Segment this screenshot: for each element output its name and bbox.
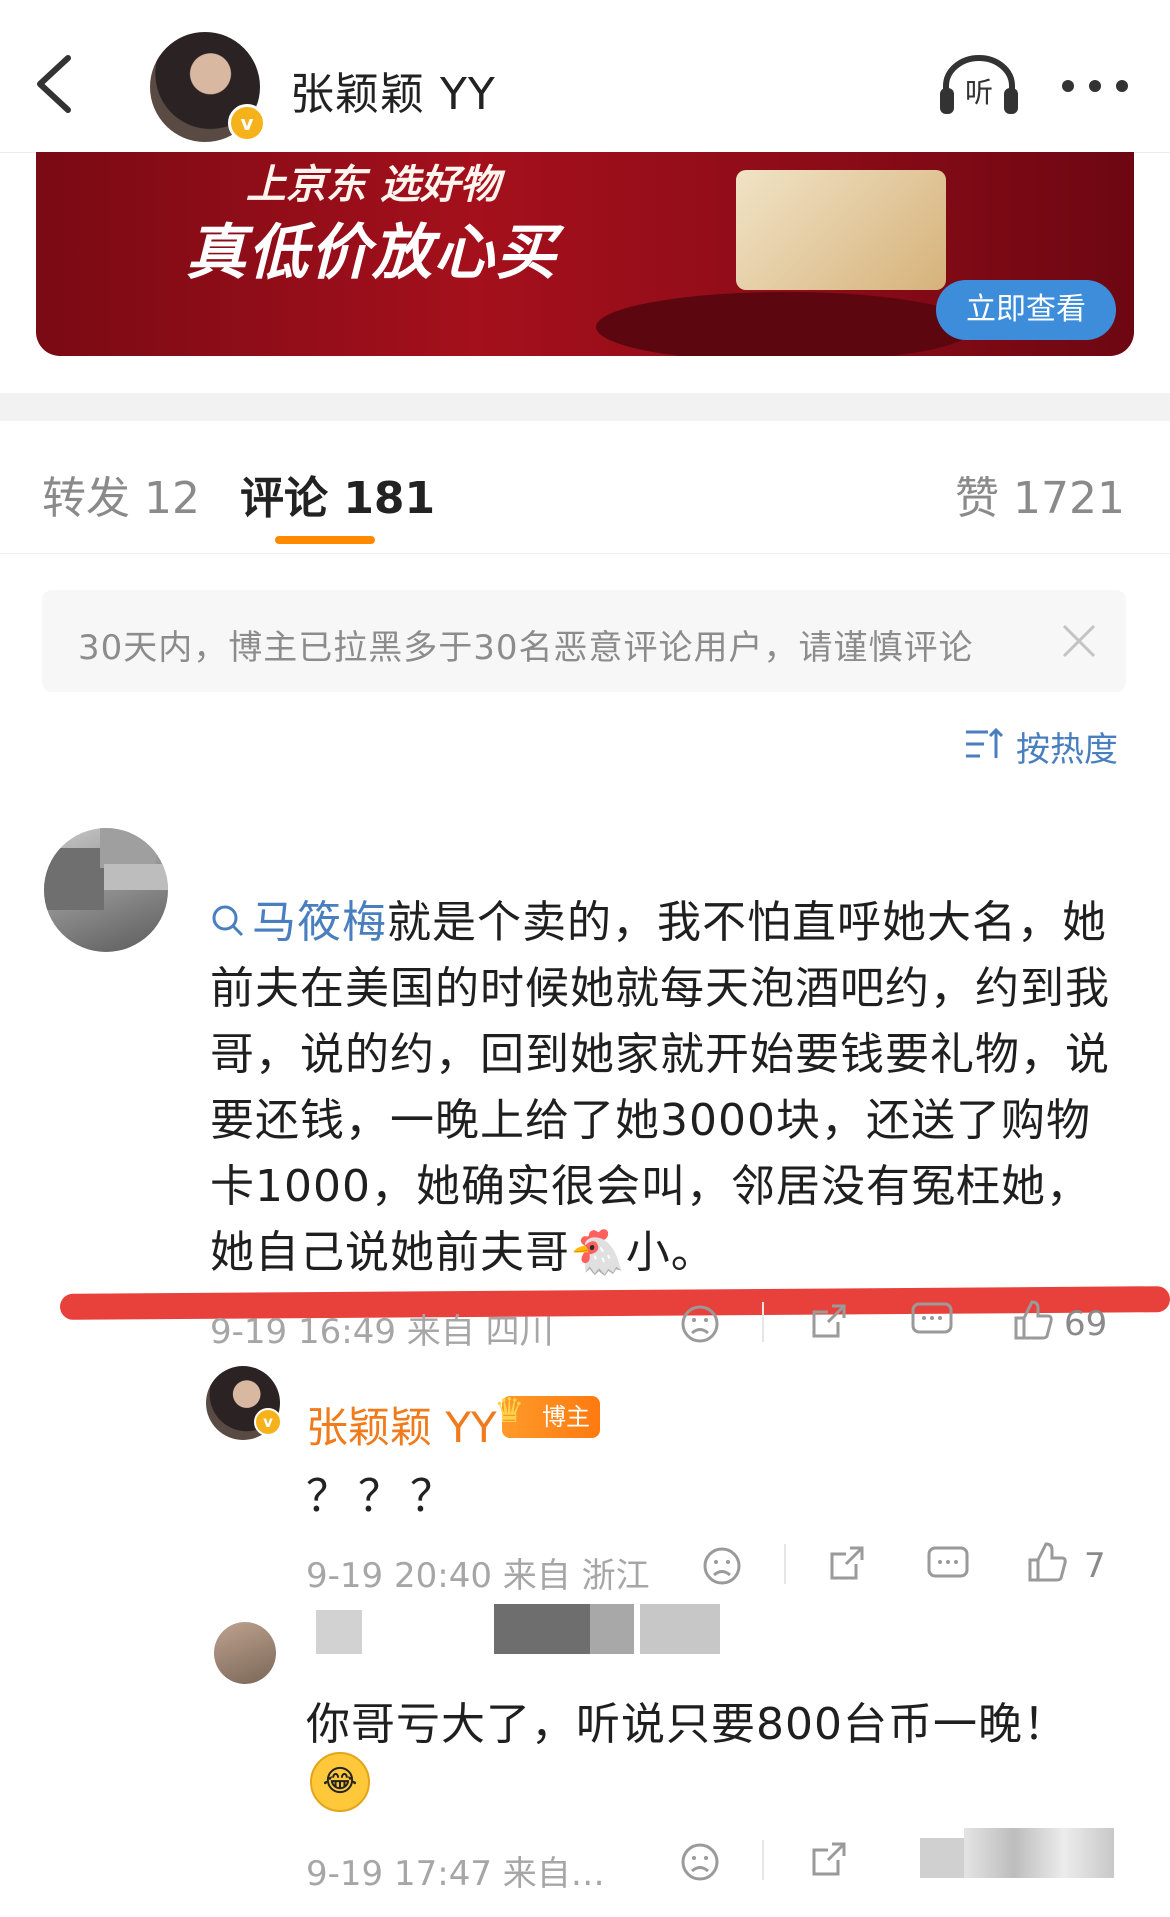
verified-badge-icon: v	[254, 1408, 282, 1436]
chicken-emoji: 🐔	[570, 1227, 626, 1278]
comment-body: 马筱梅就是个卖的，我不怕直呼她大名，她前夫在美国的时候她就每天泡酒吧约，约到我哥…	[210, 890, 1130, 1286]
like-thumb-icon[interactable]	[1026, 1540, 1068, 1584]
comment-text: 就是个卖的，我不怕直呼她大名，她前夫在美国的时候她就每天泡酒吧约，约到我哥，说的…	[210, 897, 1110, 1278]
tab-divider	[0, 553, 1170, 554]
comment-meta: 9-19 16:49 来自 四川	[210, 1312, 554, 1352]
crown-icon: ♛	[494, 1391, 525, 1431]
back-arrow-icon[interactable]	[30, 52, 80, 116]
tab-repost[interactable]: 转发 12	[42, 462, 200, 526]
share-icon[interactable]	[808, 1838, 850, 1880]
topic-label: 马筱梅	[252, 897, 387, 948]
blurred-username	[494, 1604, 590, 1654]
verified-badge-icon: v	[228, 104, 266, 142]
reply-icon[interactable]	[910, 1300, 954, 1342]
comment-text-end: 小。	[625, 1227, 716, 1278]
svg-text:听: 听	[965, 76, 993, 109]
meta-separator	[784, 1544, 786, 1584]
reply-text: ？？？	[306, 1471, 462, 1522]
like-thumb-icon[interactable]	[1012, 1298, 1054, 1342]
banner-view-button[interactable]: 立即查看	[936, 280, 1116, 340]
share-icon[interactable]	[826, 1542, 868, 1584]
blurred-username	[640, 1604, 720, 1654]
reply-icon[interactable]	[926, 1544, 970, 1586]
sort-label: 按热度	[1016, 730, 1118, 770]
share-icon[interactable]	[808, 1300, 850, 1342]
tab-comment[interactable]: 评论 181	[240, 462, 435, 526]
laughing-emoji: 😂	[310, 1752, 370, 1812]
headphones-listen-icon[interactable]: 听	[938, 52, 1020, 116]
reply-avatar-user[interactable]	[214, 1622, 276, 1684]
blurred-area	[920, 1838, 964, 1878]
top-bar: v 张颖颖 YY 听	[0, 0, 1170, 153]
owner-badge-label: 博主	[542, 1403, 590, 1431]
close-icon[interactable]	[1060, 622, 1098, 660]
tab-like[interactable]: 赞 1721	[955, 462, 1125, 526]
more-options-icon[interactable]	[1060, 78, 1130, 94]
active-tab-indicator	[275, 536, 375, 544]
banner-podium	[596, 292, 976, 356]
section-divider	[0, 393, 1170, 421]
owner-badge: ♛ 博主	[494, 1391, 600, 1438]
ad-banner[interactable]: 上京东 选好物 真低价放心买 立即查看	[36, 152, 1134, 356]
dislike-icon[interactable]	[702, 1546, 742, 1586]
sort-icon	[966, 727, 1004, 758]
commenter-avatar[interactable]	[44, 828, 168, 952]
dislike-icon[interactable]	[680, 1842, 720, 1882]
search-icon	[212, 905, 244, 937]
dislike-icon[interactable]	[680, 1304, 720, 1344]
blurred-area	[964, 1828, 1114, 1878]
banner-headline: 上京东 选好物	[246, 162, 500, 208]
reply-meta: 9-19 20:40 来自 浙江	[306, 1556, 650, 1596]
blurred-username	[590, 1604, 634, 1654]
like-count: 69	[1064, 1304, 1108, 1344]
notice-text: 30天内，博主已拉黑多于30名恶意评论用户，请谨慎评论	[78, 628, 974, 668]
banner-product-image	[736, 170, 946, 290]
reply-meta: 9-19 17:47 来自…	[306, 1854, 605, 1894]
reply-text: 你哥亏大了，听说只要800台币一晚！	[306, 1699, 1068, 1750]
reply-author-name[interactable]: 张颖颖 YY	[306, 1394, 497, 1455]
like-count: 7	[1084, 1546, 1106, 1586]
blogger-name[interactable]: 张颖颖 YY	[290, 58, 496, 122]
meta-separator	[762, 1840, 764, 1880]
blurred-username	[316, 1610, 362, 1654]
topic-link[interactable]: 马筱梅	[210, 897, 387, 948]
banner-slogan: 真低价放心买	[186, 218, 558, 288]
meta-separator	[762, 1302, 764, 1342]
comment-warning-notice: 30天内，博主已拉黑多于30名恶意评论用户，请谨慎评论	[42, 590, 1126, 692]
